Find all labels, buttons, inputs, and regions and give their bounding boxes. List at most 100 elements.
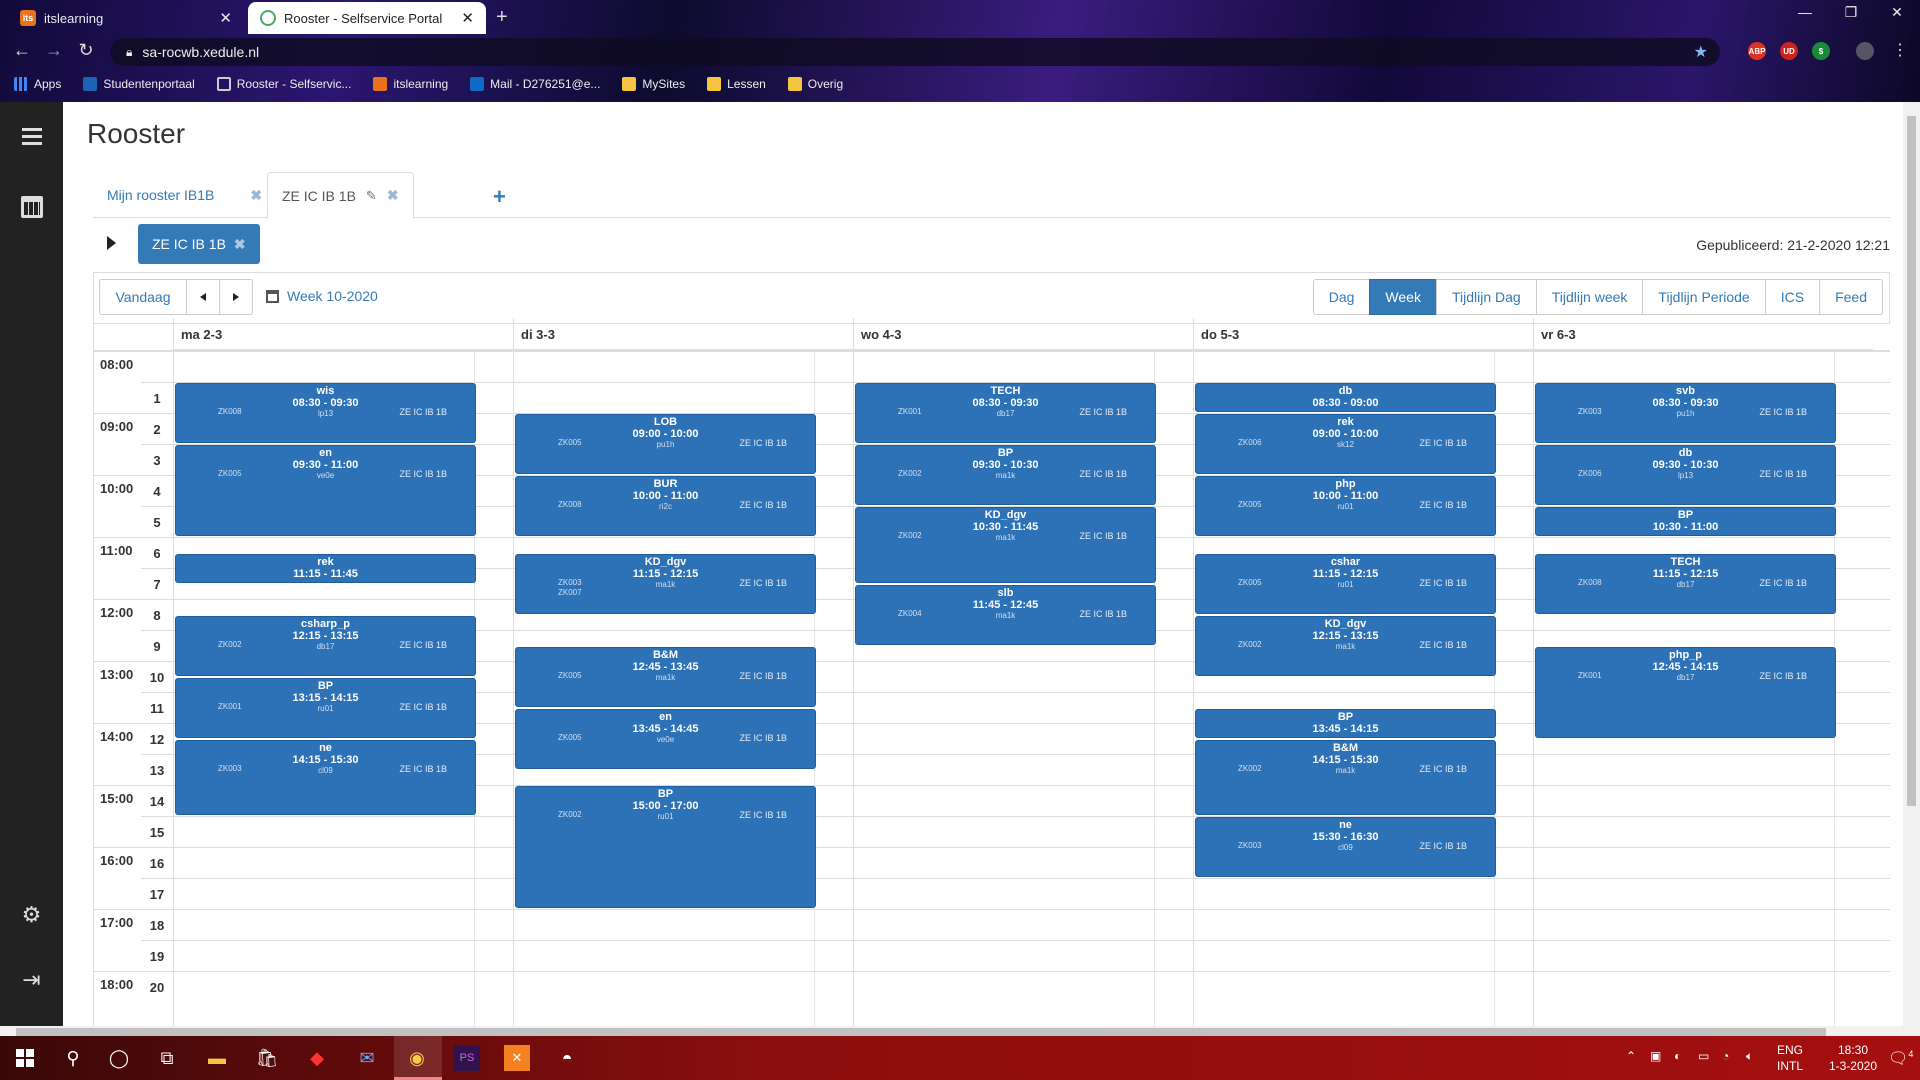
lesson-event[interactable]: BP 15:00 - 17:00 ru01 ZK002 ZE IC IB 1B (515, 786, 816, 908)
back-icon[interactable]: ← (8, 40, 36, 61)
clock[interactable]: 18:30 1-3-2020 (1818, 1042, 1888, 1074)
view-tijdlijn-dag-button[interactable]: Tijdlijn Dag (1435, 279, 1537, 315)
address-bar[interactable]: 🔒︎ sa-rocwb.xedule.nl ★ (110, 38, 1720, 66)
lesson-event[interactable]: php_p 12:45 - 14:15 db17 ZK001 ZE IC IB 1B (1535, 646, 1836, 738)
close-tab-icon[interactable]: ✖ (387, 187, 399, 204)
lesson-event[interactable]: rek 11:15 - 11:45 (175, 553, 476, 583)
view-ics-button[interactable]: ICS (1764, 279, 1821, 315)
minimize-icon[interactable]: — (1782, 4, 1828, 20)
lesson-event[interactable]: php 10:00 - 11:00 ru01 ZK005 ZE IC IB 1B (1195, 476, 1496, 536)
lesson-event[interactable]: db 09:30 - 10:30 lp13 ZK006 ZE IC IB 1B (1535, 445, 1836, 505)
remove-filter-icon[interactable]: ✖ (234, 236, 246, 253)
restore-icon[interactable]: ❐ (1828, 4, 1874, 21)
bookmark-apps[interactable]: Apps (14, 77, 61, 91)
browser-tab-rooster[interactable]: Rooster - Selfservice Portal ✕ (248, 2, 486, 34)
task-view-icon[interactable]: ⧉ (154, 1045, 180, 1071)
phpstorm-icon[interactable]: PS (454, 1045, 480, 1071)
xampp-icon[interactable]: ✕ (504, 1045, 530, 1071)
gear-icon[interactable]: ⚙ (0, 902, 63, 928)
bookmark-mysites[interactable]: MySites (622, 77, 685, 91)
week-picker[interactable]: Week 10-2020 (266, 288, 378, 304)
hamburger-menu-icon[interactable] (0, 124, 63, 149)
tab-mijn-rooster[interactable]: Mijn rooster IB1B ✖ (93, 172, 276, 218)
bookmark-mail[interactable]: Mail - D276251@e... (470, 77, 600, 91)
lesson-event[interactable]: en 13:45 - 14:45 ve0e ZK005 ZE IC IB 1B (515, 708, 816, 769)
bookmark-lessen[interactable]: Lessen (707, 77, 766, 91)
view-feed-button[interactable]: Feed (1819, 279, 1883, 315)
search-icon[interactable]: ⚲ (60, 1045, 86, 1071)
dollar-extension-icon[interactable]: $ (1812, 42, 1830, 60)
lesson-event[interactable]: BUR 10:00 - 11:00 ri2c ZK008 ZE IC IB 1B (515, 476, 816, 536)
menu-kebab-icon[interactable]: ⋮ (1892, 40, 1908, 60)
close-tab-icon[interactable]: ✕ (219, 9, 232, 27)
lesson-event[interactable]: BP 09:30 - 10:30 ma1k ZK002 ZE IC IB 1B (855, 445, 1156, 505)
lesson-event[interactable]: BP 13:45 - 14:15 (1195, 708, 1496, 738)
cortana-icon[interactable]: ◯ (106, 1045, 132, 1071)
bookmark-itslearning[interactable]: itslearning (373, 77, 448, 91)
notification-icon[interactable]: 🗨︎4 (1888, 1046, 1913, 1067)
lesson-event[interactable]: ne 15:30 - 16:30 cl09 ZK003 ZE IC IB 1B (1195, 817, 1496, 877)
vertical-scrollbar[interactable] (1903, 102, 1920, 1026)
volume-icon[interactable]: 🔈︎ (1746, 1048, 1753, 1064)
add-tab-button[interactable]: + (493, 184, 506, 210)
lesson-event[interactable]: en 09:30 - 11:00 ve0e ZK005 ZE IC IB 1B (175, 445, 476, 536)
new-tab-button[interactable]: + (496, 6, 508, 29)
view-tijdlijn-week-button[interactable]: Tijdlijn week (1535, 279, 1644, 315)
lesson-event[interactable]: csharp_p 12:15 - 13:15 db17 ZK002 ZE IC IB 1… (175, 615, 476, 676)
lesson-event[interactable]: B&M 12:45 - 13:45 ma1k ZK005 ZE IC IB 1B (515, 646, 816, 707)
steam-icon[interactable]: ◐ (1674, 1048, 1681, 1064)
lesson-event[interactable]: db 08:30 - 09:00 (1195, 383, 1496, 412)
lesson-event[interactable]: wis 08:30 - 09:30 lp13 ZK008 ZE IC IB 1B (175, 383, 476, 443)
view-tijdlijn-periode-button[interactable]: Tijdlijn Periode (1642, 279, 1766, 315)
app-icon[interactable]: ◆ (304, 1045, 330, 1071)
scrollbar-thumb[interactable] (1907, 116, 1916, 806)
logout-icon[interactable]: ⇥ (0, 967, 63, 993)
adblock-extension-icon[interactable]: ABP (1748, 42, 1766, 60)
store-icon[interactable]: 🛍︎ (254, 1045, 280, 1071)
lesson-event[interactable]: KD_dgv 11:15 - 12:15 ma1k ZK003 ZK007 ZE IC I… (515, 553, 816, 614)
tab-ze-ic-ib-1b[interactable]: ZE IC IB 1B ✎ ✖ (267, 172, 414, 219)
wifi-icon[interactable]: ◔ (1722, 1048, 1729, 1064)
close-window-icon[interactable]: ✕ (1874, 4, 1920, 21)
lesson-event[interactable]: TECH 11:15 - 12:15 db17 ZK008 ZE IC IB 1B (1535, 553, 1836, 614)
view-week-button[interactable]: Week (1369, 279, 1437, 315)
tray-chevron-icon[interactable]: ⌃ (1626, 1048, 1636, 1064)
profile-avatar-icon[interactable] (1856, 42, 1874, 60)
lesson-event[interactable]: KD_dgv 10:30 - 11:45 ma1k ZK002 ZE IC IB 1B (855, 507, 1156, 583)
lesson-event[interactable]: KD_dgv 12:15 - 13:15 ma1k ZK002 ZE IC IB 1B (1195, 615, 1496, 676)
today-button[interactable]: Vandaag (99, 279, 187, 315)
bookmark-rooster[interactable]: Rooster - Selfservic... (216, 77, 351, 91)
lesson-event[interactable]: BP 13:15 - 14:15 ru01 ZK001 ZE IC IB 1B (175, 677, 476, 738)
reload-icon[interactable]: ↻ (72, 40, 100, 61)
lesson-event[interactable]: TECH 08:30 - 09:30 db17 ZK001 ZE IC IB 1B (855, 383, 1156, 443)
lesson-event[interactable]: B&M 14:15 - 15:30 ma1k ZK002 ZE IC IB 1B (1195, 739, 1496, 815)
browser-tab-itslearning[interactable]: its itslearning ✕ (8, 2, 244, 34)
calendar-icon[interactable] (0, 196, 63, 218)
caret-right-icon[interactable] (107, 236, 116, 250)
close-tab-icon[interactable]: ✖ (250, 187, 262, 204)
next-week-button[interactable] (219, 279, 253, 315)
bookmark-studentenportaal[interactable]: Studentenportaal (83, 77, 195, 91)
lesson-event[interactable]: cshar 11:15 - 12:15 ru01 ZK005 ZE IC IB 1B (1195, 553, 1496, 614)
previous-week-button[interactable] (186, 279, 220, 315)
battery-icon[interactable]: ▭ (1698, 1048, 1709, 1064)
mail-icon[interactable]: ✉ (354, 1045, 380, 1071)
app2-icon[interactable]: ◓ (554, 1045, 580, 1071)
pencil-icon[interactable]: ✎ (366, 188, 377, 204)
lesson-event[interactable]: BP 10:30 - 11:00 (1535, 507, 1836, 536)
windows-start-icon[interactable] (12, 1045, 38, 1071)
tray-icon[interactable]: ▣ (1650, 1048, 1661, 1064)
lesson-event[interactable]: slb 11:45 - 12:45 ma1k ZK004 ZE IC IB 1B (855, 584, 1156, 645)
lesson-event[interactable]: ne 14:15 - 15:30 cl09 ZK003 ZE IC IB 1B (175, 739, 476, 815)
language-indicator[interactable]: ENG INTL (1770, 1042, 1810, 1074)
close-tab-icon[interactable]: ✕ (461, 9, 474, 27)
file-explorer-icon[interactable]: ▬ (204, 1045, 230, 1071)
bookmark-overig[interactable]: Overig (787, 77, 843, 91)
forward-icon[interactable]: → (40, 40, 68, 61)
view-dag-button[interactable]: Dag (1312, 279, 1371, 315)
lesson-event[interactable]: rek 09:00 - 10:00 sk12 ZK006 ZE IC IB 1B (1195, 414, 1496, 474)
scrollbar-thumb[interactable] (16, 1028, 1826, 1036)
bookmark-star-icon[interactable]: ★ (1694, 42, 1708, 62)
filter-chip[interactable]: ZE IC IB 1B ✖ (138, 224, 260, 264)
lesson-event[interactable]: svb 08:30 - 09:30 pu1h ZK003 ZE IC IB 1B (1535, 383, 1836, 443)
